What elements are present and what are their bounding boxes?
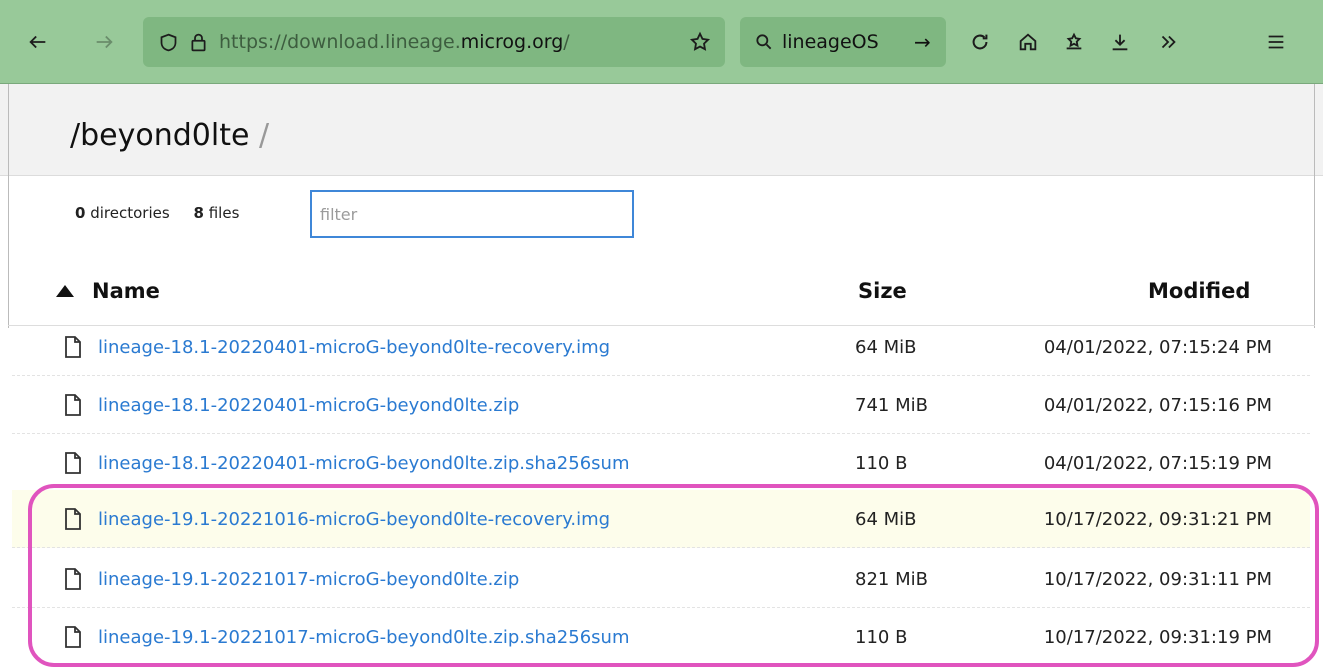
file-label: files (208, 204, 240, 222)
column-header-name[interactable]: Name (56, 279, 160, 303)
pocket-button[interactable] (1056, 20, 1092, 64)
url-bar[interactable]: https://download.lineage.microg.org/ (143, 17, 725, 67)
file-link[interactable]: lineage-18.1-20220401-microG-beyond0lte.… (98, 453, 629, 474)
directory-count: 0 (75, 204, 86, 222)
table-row[interactable]: lineage-19.1-20221016-microG-beyond0lte-… (12, 490, 1310, 548)
table-row[interactable]: lineage-19.1-20221017-microG-beyond0lte.… (12, 608, 1310, 666)
file-link[interactable]: lineage-19.1-20221017-microG-beyond0lte.… (98, 569, 519, 590)
file-size: 64 MiB (855, 337, 917, 358)
page-border-right (1314, 84, 1315, 328)
star-icon (689, 31, 711, 51)
hamburger-icon (1268, 35, 1284, 49)
file-icon (65, 452, 81, 474)
filter-input[interactable] (310, 190, 634, 238)
reload-icon (972, 34, 988, 50)
breadcrumb-root[interactable]: / (70, 118, 80, 153)
home-icon (1019, 33, 1037, 51)
file-icon (65, 508, 81, 530)
arrow-right-icon (96, 35, 113, 49)
browser-toolbar: https://download.lineage.microg.org/ lin… (0, 0, 1323, 84)
url-text[interactable]: https://download.lineage.microg.org/ (219, 31, 647, 53)
file-size: 110 B (855, 627, 908, 648)
file-link[interactable]: lineage-19.1-20221017-microG-beyond0lte.… (98, 627, 629, 648)
file-size: 741 MiB (855, 395, 928, 416)
file-modified: 10/17/2022, 09:31:21 PM (1043, 509, 1272, 530)
column-header-modified[interactable]: Modified (1148, 279, 1250, 303)
url-domain: microg.org (460, 31, 564, 53)
breadcrumb-folder[interactable]: beyond0lte (80, 118, 249, 153)
file-modified: 04/01/2022, 07:15:19 PM (1043, 453, 1272, 474)
file-link[interactable]: lineage-19.1-20221016-microG-beyond0lte-… (98, 509, 610, 530)
file-size: 110 B (855, 453, 908, 474)
file-link[interactable]: lineage-18.1-20220401-microG-beyond0lte-… (98, 337, 610, 358)
file-count: 8 (193, 204, 204, 222)
breadcrumb: /beyond0lte / (70, 118, 269, 153)
search-icon (756, 34, 772, 50)
lock-icon[interactable] (183, 17, 213, 67)
column-header-name-label: Name (92, 279, 160, 303)
downloads-button[interactable] (1102, 20, 1138, 64)
table-row[interactable]: lineage-18.1-20220401-microG-beyond0lte.… (12, 434, 1310, 492)
column-header-size[interactable]: Size (858, 279, 907, 303)
download-icon (1112, 34, 1128, 51)
search-bar[interactable]: lineageOS → (740, 17, 946, 67)
home-button[interactable] (1010, 20, 1046, 64)
back-button[interactable] (20, 20, 56, 64)
table-row[interactable]: lineage-19.1-20221017-microG-beyond0lte.… (12, 550, 1310, 608)
file-size: 821 MiB (855, 569, 928, 590)
forward-button[interactable] (86, 20, 122, 64)
sort-ascending-icon (56, 285, 74, 297)
arrow-left-icon (29, 35, 46, 49)
bookmark-star-button[interactable] (689, 17, 711, 67)
file-modified: 04/01/2022, 07:15:16 PM (1043, 395, 1272, 416)
menu-button[interactable] (1258, 20, 1294, 64)
page-header: /beyond0lte / (0, 84, 1323, 176)
search-go-icon[interactable]: → (914, 30, 931, 54)
table-row[interactable]: lineage-18.1-20220401-microG-beyond0lte-… (12, 318, 1310, 376)
file-icon (65, 626, 81, 648)
url-prefix: https://download.lineage. (219, 31, 461, 53)
chevrons-right-icon (1161, 35, 1176, 49)
file-icon (65, 394, 81, 416)
page-border-left (8, 84, 9, 328)
table-row[interactable]: lineage-18.1-20220401-microG-beyond0lte.… (12, 376, 1310, 434)
overflow-button[interactable] (1150, 20, 1186, 64)
file-modified: 10/17/2022, 09:31:11 PM (1043, 569, 1272, 590)
url-suffix: / (563, 31, 570, 53)
search-text[interactable]: lineageOS (782, 31, 912, 53)
file-icon (65, 336, 81, 358)
file-size: 64 MiB (855, 509, 917, 530)
file-modified: 04/01/2022, 07:15:24 PM (1043, 337, 1272, 358)
file-modified: 10/17/2022, 09:31:19 PM (1043, 627, 1272, 648)
file-link[interactable]: lineage-18.1-20220401-microG-beyond0lte.… (98, 395, 519, 416)
reload-button[interactable] (962, 20, 998, 64)
file-icon (65, 568, 81, 590)
pocket-star-icon (1066, 32, 1082, 50)
shield-icon[interactable] (153, 17, 183, 67)
breadcrumb-separator: / (258, 118, 270, 153)
listing-summary: 0 directories 8 files (75, 204, 239, 222)
directory-label: directories (90, 204, 170, 222)
